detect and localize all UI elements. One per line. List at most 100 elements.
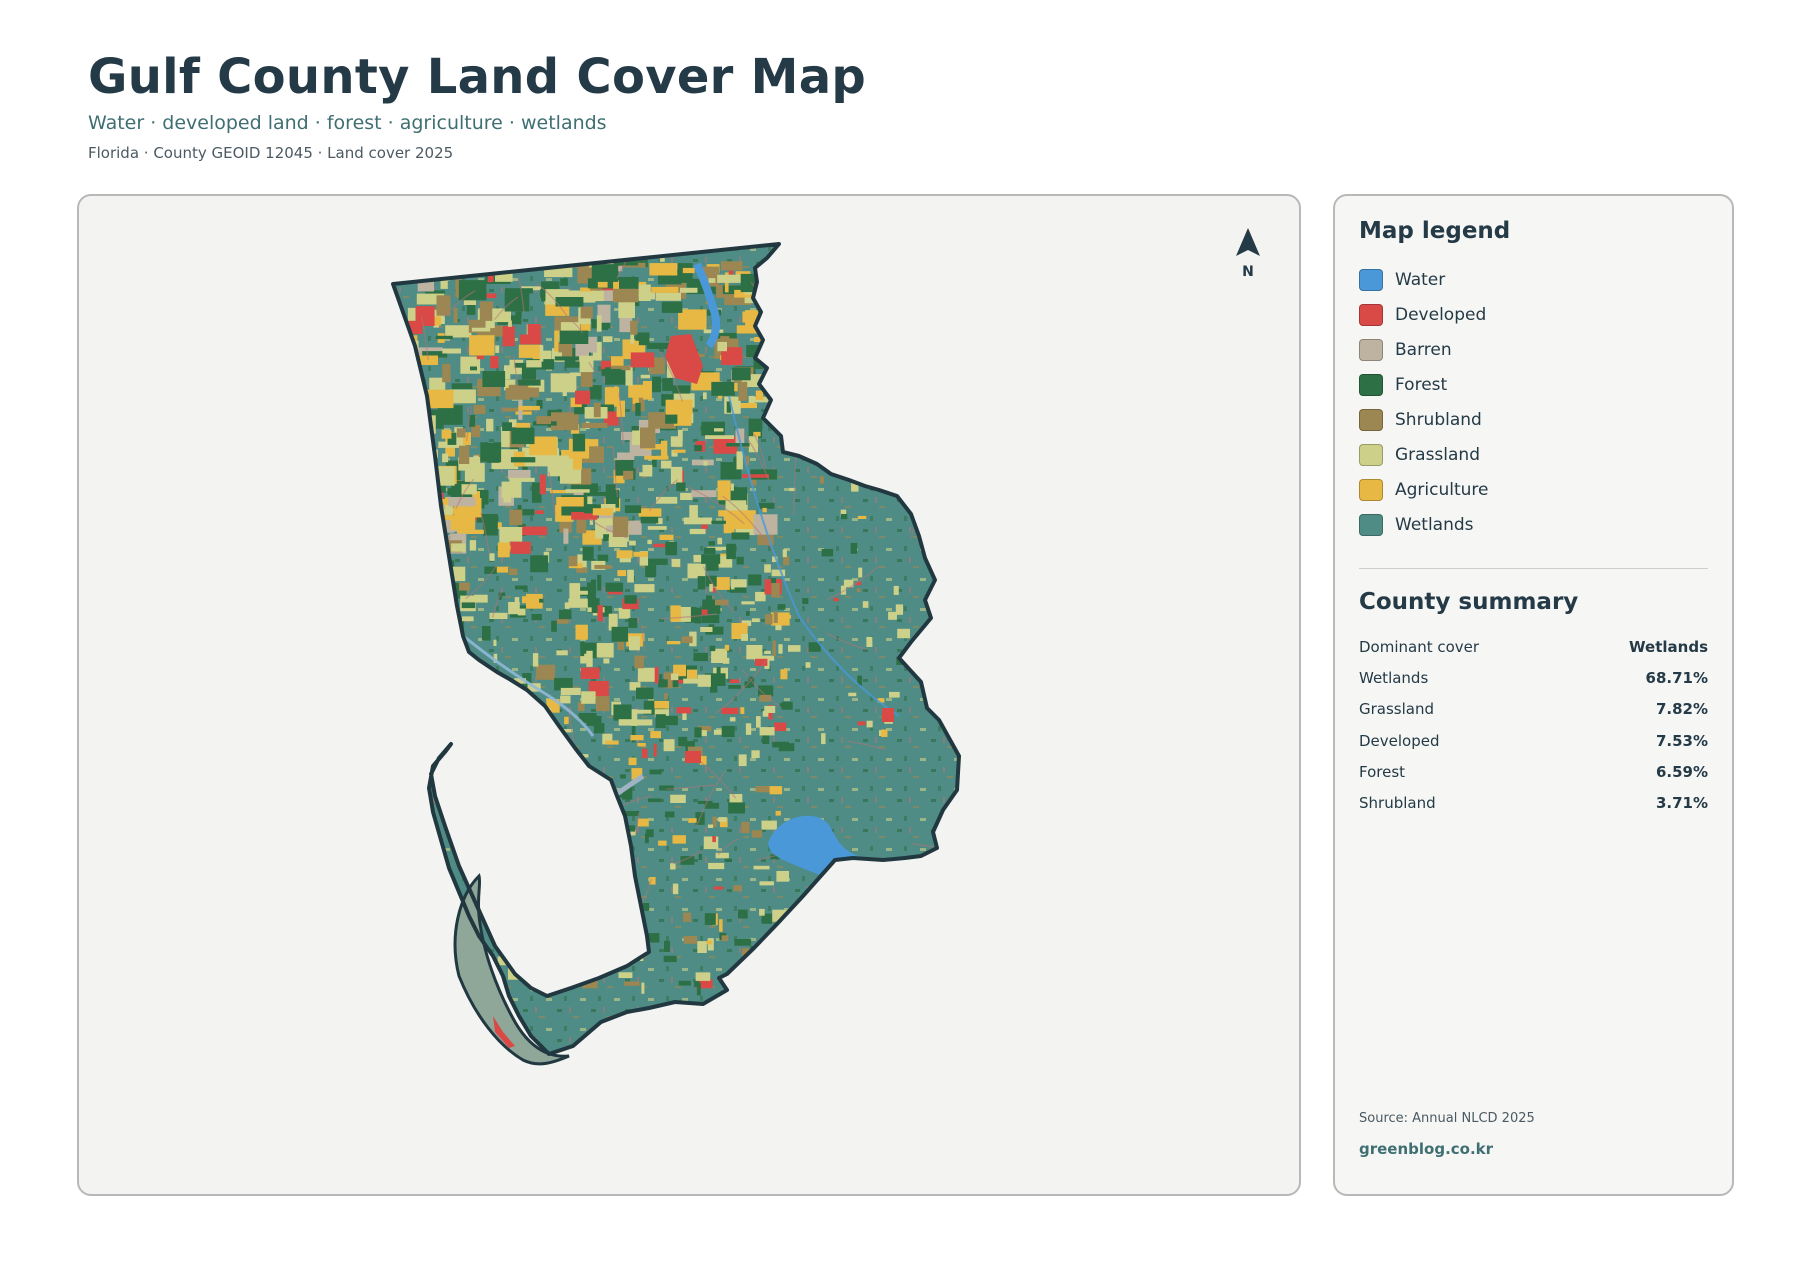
forest-patch (468, 708, 481, 715)
agriculture-patch (673, 449, 686, 453)
shrubland-patch (557, 618, 569, 624)
agriculture-patch (546, 922, 559, 929)
shrubland-patch (513, 387, 540, 398)
grassland-patch (647, 292, 656, 300)
grassland-patch (700, 627, 713, 632)
grassland-patch (756, 716, 761, 728)
grassland-patch (415, 432, 420, 438)
forest-patch (558, 609, 572, 620)
agriculture-patch (605, 740, 619, 745)
grassland-patch (486, 418, 494, 432)
developed-patch (490, 356, 499, 369)
summary-value: 7.53% (1655, 731, 1708, 750)
forest-patch (664, 940, 670, 952)
grassland-patch (483, 870, 493, 879)
agriculture-patch (724, 644, 730, 651)
agriculture-patch (617, 570, 627, 577)
legend-item-water: Water (1359, 262, 1708, 297)
road-segment (564, 885, 604, 923)
developed-patch (535, 881, 553, 890)
forest-patch (505, 288, 533, 294)
shrubland-patch (751, 830, 763, 838)
barren-patch (627, 520, 642, 535)
grassland-patch (848, 692, 857, 697)
legend-swatch-agriculture (1359, 478, 1383, 501)
agriculture-patch (780, 669, 788, 680)
agriculture-patch (881, 729, 888, 737)
grassland-patch (670, 466, 683, 484)
agriculture-patch (464, 684, 481, 692)
grassland-patch (858, 567, 863, 578)
map-panel[interactable]: N (77, 194, 1301, 1196)
grassland-patch (715, 852, 729, 859)
shrubland-patch (418, 508, 426, 513)
forest-patch (540, 736, 560, 748)
forest-patch (455, 688, 476, 692)
agriculture-patch (480, 806, 494, 816)
agriculture-patch (592, 508, 614, 516)
grassland-patch (670, 794, 686, 803)
shrubland-patch (738, 381, 748, 401)
grassland-patch (778, 644, 783, 654)
road-segment (910, 452, 955, 513)
forest-patch (515, 311, 522, 317)
shrubland-patch (772, 640, 776, 657)
grassland-patch (469, 540, 477, 551)
grassland-patch (618, 719, 633, 726)
legend-item-shrubland: Shrubland (1359, 402, 1708, 437)
developed-patch (597, 605, 603, 622)
grassland-patch (639, 472, 643, 477)
developed-patch (701, 524, 708, 529)
grassland-patch (587, 607, 592, 613)
forest-patch (515, 585, 528, 590)
forest-patch (697, 576, 706, 590)
grassland-patch (493, 639, 497, 646)
forest-patch (777, 604, 786, 610)
forest-patch (401, 347, 408, 357)
grassland-patch (618, 300, 635, 319)
legend-item-developed: Developed (1359, 297, 1708, 332)
summary-row: Developed 7.53% (1359, 725, 1708, 756)
forest-patch (545, 792, 557, 805)
forest-patch (802, 598, 809, 605)
grassland-patch (663, 739, 675, 752)
shrubland-patch (459, 582, 470, 591)
shrubland-patch (733, 885, 742, 892)
road-segment (823, 890, 881, 933)
grassland-patch (508, 320, 512, 327)
page-header: Gulf County Land Cover Map Water · devel… (88, 48, 866, 162)
forest-patch (543, 911, 559, 924)
grassland-patch (442, 348, 461, 354)
shrubland-patch (683, 912, 691, 922)
shrubland-patch (479, 301, 494, 321)
map-canvas[interactable]: N (79, 196, 1301, 1196)
site-link[interactable]: greenblog.co.kr (1359, 1140, 1493, 1158)
forest-patch (601, 895, 605, 906)
shrubland-patch (459, 445, 470, 464)
grassland-patch (709, 583, 713, 592)
grassland-patch (517, 608, 526, 616)
agriculture-patch (555, 514, 561, 520)
shrubland-patch (664, 693, 668, 700)
summary-heading: County summary (1359, 589, 1579, 615)
developed-patch (774, 722, 787, 732)
grassland-patch (592, 818, 599, 825)
forest-patch (694, 445, 702, 452)
grassland-patch (501, 481, 522, 498)
grassland-patch (403, 375, 412, 386)
agriculture-patch (762, 507, 767, 513)
agriculture-patch (425, 528, 445, 546)
barren-patch (563, 528, 569, 544)
shrubland-patch (471, 425, 481, 438)
forest-patch (611, 626, 628, 642)
grassland-patch (592, 829, 598, 840)
forest-patch (613, 704, 632, 721)
forest-patch (661, 301, 683, 313)
forest-patch (435, 335, 453, 340)
grassland-patch (596, 315, 602, 332)
summary-row: Forest 6.59% (1359, 756, 1708, 787)
grassland-patch (729, 794, 743, 803)
grassland-patch (647, 539, 652, 545)
forest-patch (440, 700, 450, 707)
legend-item-grassland: Grassland (1359, 437, 1708, 472)
